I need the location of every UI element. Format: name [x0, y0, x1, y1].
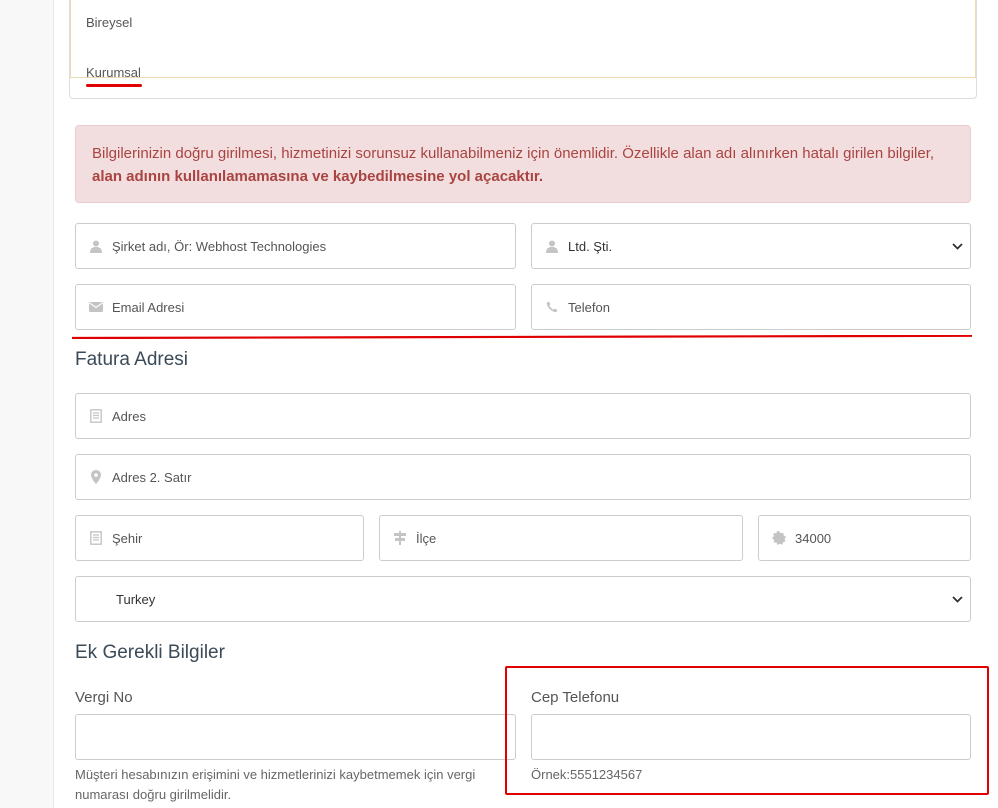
alert-text: Bilgilerinizin doğru girilmesi, hizmetin… — [92, 145, 935, 162]
country-value: Turkey — [116, 591, 156, 607]
tab-corporate-underline — [86, 84, 142, 87]
city-input[interactable]: Şehir — [75, 515, 364, 561]
tax-no-label: Vergi No — [75, 689, 133, 706]
country-select[interactable]: Turkey — [75, 576, 971, 622]
red-underline-annotation — [72, 335, 972, 339]
warning-alert: Bilgilerinizin doğru girilmesi, hizmetin… — [75, 125, 971, 203]
chevron-down-icon — [950, 592, 964, 606]
customer-type-tabs: Bireysel Kurumsal — [69, 0, 977, 99]
address-input[interactable]: Adres — [75, 393, 971, 439]
email-input[interactable]: Email Adresi — [75, 284, 516, 330]
company-type-select[interactable]: Ltd. Şti. — [531, 223, 971, 269]
billing-title: Fatura Adresi — [75, 349, 188, 370]
postcode-placeholder: 34000 — [795, 530, 832, 546]
company-name-placeholder: Şirket adı, Ör: Webhost Technologies — [112, 238, 327, 254]
certificate-icon — [771, 530, 787, 546]
building-icon — [88, 408, 104, 424]
chevron-down-icon — [950, 239, 964, 253]
tabs-inner — [70, 0, 976, 78]
address2-input[interactable]: Adres 2. Satır — [75, 454, 971, 500]
tax-no-help: Müşteri hesabınızın erişimini ve hizmetl… — [75, 767, 476, 802]
phone-input[interactable]: Telefon — [531, 284, 971, 330]
company-name-input[interactable]: Şirket adı, Ör: Webhost Technologies — [75, 223, 516, 269]
tax-no-input[interactable] — [75, 714, 516, 760]
address-placeholder: Adres — [112, 408, 146, 424]
phone-icon — [544, 299, 560, 315]
alert-bold-text: alan adının kullanılamamasına ve kaybedi… — [92, 168, 544, 185]
tab-individual[interactable]: Bireysel — [86, 15, 132, 30]
red-box-annotation — [505, 666, 989, 795]
company-type-value: Ltd. Şti. — [568, 238, 613, 254]
phone-placeholder: Telefon — [568, 299, 610, 315]
user-icon — [544, 238, 560, 254]
envelope-icon — [88, 299, 104, 315]
district-input[interactable]: İlçe — [379, 515, 743, 561]
extra-info-title: Ek Gerekli Bilgiler — [75, 642, 225, 663]
building-icon — [88, 530, 104, 546]
district-placeholder: İlçe — [416, 530, 437, 546]
city-placeholder: Şehir — [112, 530, 143, 546]
signpost-icon — [392, 530, 408, 546]
left-rail — [0, 0, 54, 808]
user-icon — [88, 238, 104, 254]
postcode-input[interactable]: 34000 — [758, 515, 971, 561]
tab-corporate[interactable]: Kurumsal — [86, 65, 141, 80]
address2-placeholder: Adres 2. Satır — [112, 469, 192, 485]
map-marker-icon — [88, 469, 104, 485]
email-placeholder: Email Adresi — [112, 299, 185, 315]
